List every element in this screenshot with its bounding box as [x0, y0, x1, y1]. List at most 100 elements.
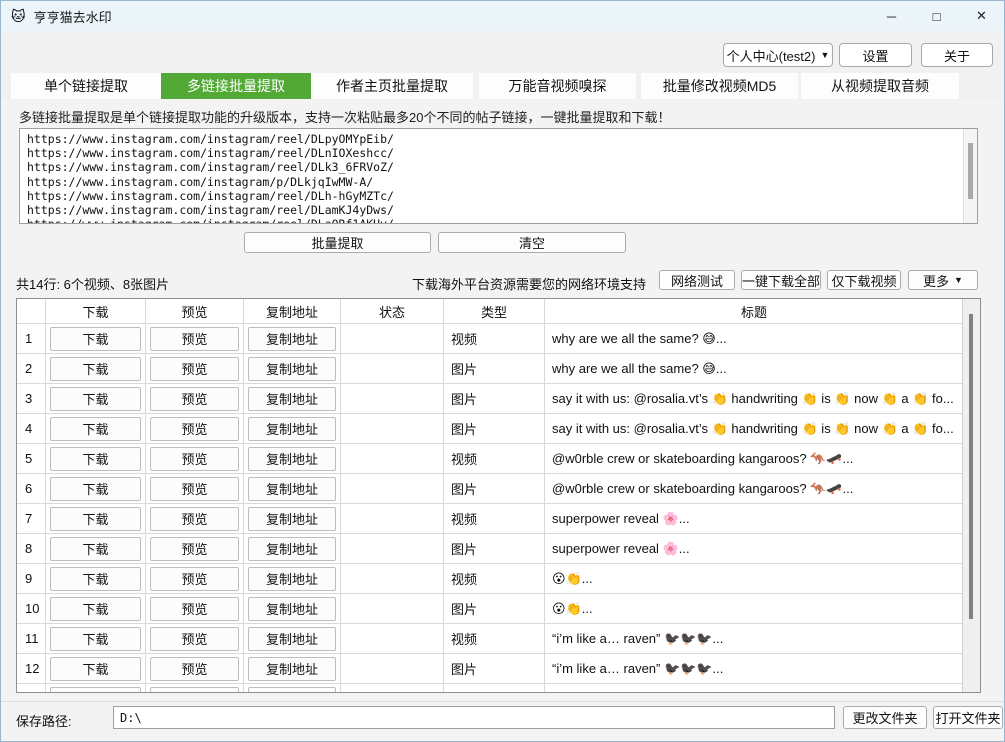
table-row: 2下载预览复制地址图片why are we all the same? 😅... [17, 354, 980, 384]
row-preview-button[interactable]: 预览 [150, 687, 239, 693]
row-preview-button[interactable]: 预览 [150, 657, 239, 681]
row-download-button[interactable]: 下载 [50, 597, 141, 621]
urlbox-scrollbar[interactable] [963, 129, 977, 223]
row-preview-button[interactable]: 预览 [150, 387, 239, 411]
row-type: 图片 [444, 594, 545, 623]
clear-button[interactable]: 清空 [438, 232, 626, 253]
row-copy-cell: 复制地址 [244, 504, 341, 533]
row-download-button[interactable]: 下载 [50, 627, 141, 651]
batch-extract-button[interactable]: 批量提取 [244, 232, 431, 253]
row-download-button[interactable]: 下载 [50, 477, 141, 501]
row-copy-button[interactable]: 复制地址 [248, 477, 336, 501]
more-label: 更多 [923, 271, 949, 290]
row-number: 10 [17, 594, 46, 623]
row-status [341, 354, 444, 383]
row-copy-button[interactable]: 复制地址 [248, 537, 336, 561]
settings-button[interactable]: 设置 [839, 43, 912, 67]
row-download-cell: 下载 [46, 624, 146, 653]
url-list-text[interactable]: https://www.instagram.com/instagram/reel… [27, 132, 961, 223]
row-preview-cell: 预览 [146, 564, 244, 593]
row-status [341, 624, 444, 653]
row-preview-cell: 预览 [146, 624, 244, 653]
table-row: 5下载预览复制地址视频@w0rble crew or skateboarding… [17, 444, 980, 474]
download-all-button[interactable]: 一键下载全部 [741, 270, 821, 290]
row-copy-cell: 复制地址 [244, 324, 341, 353]
row-preview-button[interactable]: 预览 [150, 417, 239, 441]
open-folder-button[interactable]: 打开文件夹 [933, 706, 1003, 729]
row-copy-button[interactable]: 复制地址 [248, 627, 336, 651]
row-copy-button[interactable]: 复制地址 [248, 417, 336, 441]
row-preview-button[interactable]: 预览 [150, 567, 239, 591]
row-type [444, 684, 545, 692]
tab-3[interactable]: 作者主页批量提取 [311, 73, 473, 99]
row-title: 😮👏... [545, 564, 964, 593]
row-download-button[interactable]: 下载 [50, 417, 141, 441]
tab-2[interactable]: 多链接批量提取 [161, 73, 311, 99]
row-download-cell: 下载 [46, 594, 146, 623]
network-test-button[interactable]: 网络测试 [659, 270, 735, 290]
row-copy-button[interactable]: 复制地址 [248, 357, 336, 381]
tab-1[interactable]: 单个链接提取 [11, 73, 161, 99]
row-preview-button[interactable]: 预览 [150, 357, 239, 381]
window-controls: ─ □ ✕ [869, 1, 1004, 31]
row-title: say it with us: @rosalia.vt’s 👏 handwrit… [545, 384, 964, 413]
table-row: 13下载预览复制地址 [17, 684, 980, 692]
urlbox-scrollbar-thumb[interactable] [968, 143, 973, 199]
more-dropdown-button[interactable]: 更多 ▼ [908, 270, 978, 290]
chevron-down-icon: ▼ [820, 50, 829, 60]
row-copy-button[interactable]: 复制地址 [248, 387, 336, 411]
row-download-cell: 下载 [46, 384, 146, 413]
row-preview-button[interactable]: 预览 [150, 597, 239, 621]
row-copy-button[interactable]: 复制地址 [248, 447, 336, 471]
row-title: “i’m like a… raven” 🐦‍⬛🐦‍⬛🐦‍⬛... [545, 654, 964, 683]
change-folder-button[interactable]: 更改文件夹 [843, 706, 927, 729]
row-copy-button[interactable]: 复制地址 [248, 567, 336, 591]
row-download-button[interactable]: 下载 [50, 507, 141, 531]
row-preview-cell: 预览 [146, 594, 244, 623]
row-copy-button[interactable]: 复制地址 [248, 597, 336, 621]
row-preview-cell: 预览 [146, 504, 244, 533]
close-button[interactable]: ✕ [959, 1, 1004, 31]
row-copy-button[interactable]: 复制地址 [248, 657, 336, 681]
row-copy-cell: 复制地址 [244, 624, 341, 653]
row-preview-button[interactable]: 预览 [150, 477, 239, 501]
url-input-box[interactable]: https://www.instagram.com/instagram/reel… [19, 128, 978, 224]
minimize-button[interactable]: ─ [869, 1, 914, 31]
row-preview-button[interactable]: 预览 [150, 327, 239, 351]
table-row: 4下载预览复制地址图片say it with us: @rosalia.vt’s… [17, 414, 980, 444]
row-copy-button[interactable]: 复制地址 [248, 327, 336, 351]
row-preview-button[interactable]: 预览 [150, 627, 239, 651]
row-download-cell: 下载 [46, 564, 146, 593]
table-row: 11下载预览复制地址视频“i’m like a… raven” 🐦‍⬛🐦‍⬛🐦‍… [17, 624, 980, 654]
results-table: 下载 预览 复制地址 状态 类型 标题 1下载预览复制地址视频why are w… [16, 298, 981, 693]
row-download-button[interactable]: 下载 [50, 657, 141, 681]
row-download-button[interactable]: 下载 [50, 537, 141, 561]
row-download-button[interactable]: 下载 [50, 567, 141, 591]
row-download-button[interactable]: 下载 [50, 327, 141, 351]
row-download-button[interactable]: 下载 [50, 387, 141, 411]
tab-4[interactable]: 万能音视频嗅探 [479, 73, 636, 99]
row-copy-button[interactable]: 复制地址 [248, 687, 336, 693]
row-preview-button[interactable]: 预览 [150, 507, 239, 531]
save-path-input[interactable]: D:\ [113, 706, 835, 729]
account-dropdown[interactable]: 个人中心(test2) ▼ [723, 43, 833, 67]
row-number: 8 [17, 534, 46, 563]
tab-5[interactable]: 批量修改视频MD5 [641, 73, 798, 99]
row-copy-button[interactable]: 复制地址 [248, 507, 336, 531]
row-preview-button[interactable]: 预览 [150, 447, 239, 471]
download-videos-only-button[interactable]: 仅下载视频 [827, 270, 901, 290]
row-download-button[interactable]: 下载 [50, 357, 141, 381]
tab-6[interactable]: 从视频提取音频 [801, 73, 959, 99]
row-download-button[interactable]: 下载 [50, 687, 141, 693]
row-download-cell: 下载 [46, 414, 146, 443]
row-preview-button[interactable]: 预览 [150, 537, 239, 561]
about-button[interactable]: 关于 [921, 43, 993, 67]
row-preview-cell: 预览 [146, 654, 244, 683]
row-status [341, 684, 444, 692]
table-row: 1下载预览复制地址视频why are we all the same? 😅... [17, 324, 980, 354]
table-scrollbar[interactable] [962, 299, 980, 692]
table-scrollbar-thumb[interactable] [969, 314, 973, 619]
row-title [545, 684, 964, 692]
row-download-button[interactable]: 下载 [50, 447, 141, 471]
maximize-button[interactable]: □ [914, 1, 959, 31]
